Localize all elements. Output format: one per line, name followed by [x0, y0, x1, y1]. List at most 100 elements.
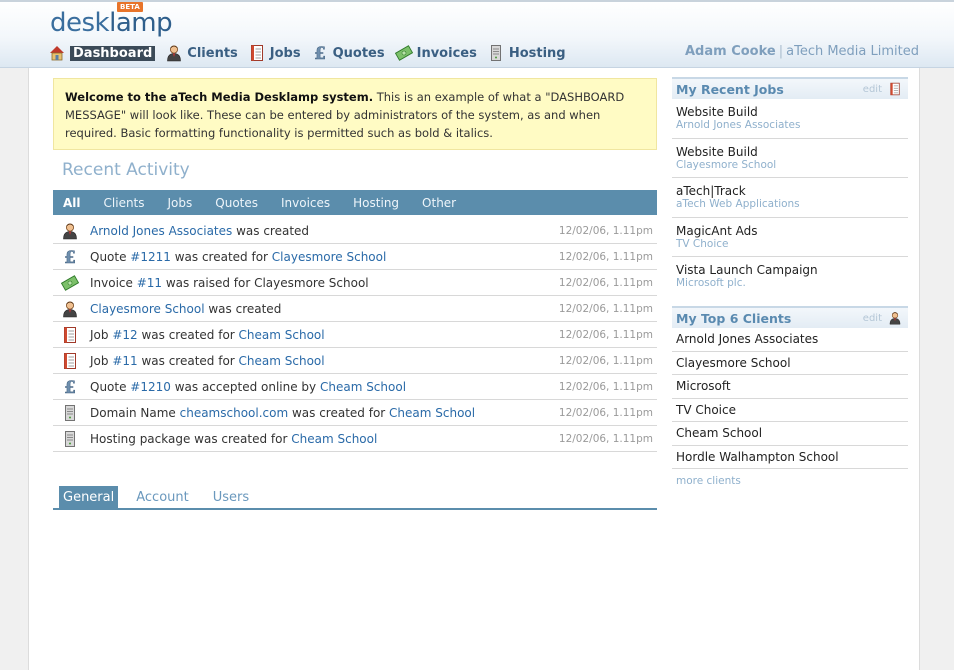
filter-hosting[interactable]: Hosting: [353, 196, 399, 210]
activity-time: 12/02/06, 1.11pm: [558, 380, 653, 393]
nav-item-dashboard[interactable]: Dashboard: [48, 44, 156, 62]
recent-job-item[interactable]: Website Build Arnold Jones Associates: [672, 99, 908, 139]
server-icon: [61, 404, 79, 422]
activity-link[interactable]: Clayesmore School: [272, 250, 387, 264]
recent-jobs-edit-link[interactable]: edit: [863, 84, 882, 95]
recent-job-item[interactable]: aTech|Track aTech Web Applications: [672, 178, 908, 218]
activity-row: Job #12 was created for Cheam School 12/…: [53, 322, 657, 348]
activity-row: Clayesmore School was created 12/02/06, …: [53, 296, 657, 322]
activity-text: Clayesmore School was created: [90, 301, 282, 316]
filter-other[interactable]: Other: [422, 196, 456, 210]
activity-link[interactable]: Cheam School: [239, 354, 325, 368]
recent-activity-title: Recent Activity: [62, 160, 190, 180]
nav-label: Quotes: [332, 45, 385, 61]
activity-filter-bar: All Clients Jobs Quotes Invoices Hosting…: [53, 190, 657, 215]
activity-link[interactable]: #1211: [130, 250, 171, 264]
filter-clients[interactable]: Clients: [104, 196, 145, 210]
notepad-icon: [61, 326, 79, 344]
nav-label: Invoices: [416, 45, 477, 61]
user-separator: |: [778, 44, 784, 59]
activity-link[interactable]: Arnold Jones Associates: [90, 224, 232, 238]
activity-time: 12/02/06, 1.11pm: [558, 432, 653, 445]
activity-text: Job #12 was created for Cheam School: [90, 327, 325, 342]
activity-time: 12/02/06, 1.11pm: [558, 224, 653, 237]
top-client-item[interactable]: Cheam School: [672, 422, 908, 446]
top-client-item[interactable]: TV Choice: [672, 399, 908, 422]
activity-time: 12/02/06, 1.11pm: [558, 302, 653, 315]
pound-icon: [61, 377, 79, 396]
activity-row: Arnold Jones Associates was created 12/0…: [53, 218, 657, 244]
activity-link[interactable]: Cheam School: [389, 406, 475, 420]
job-title: MagicAnt Ads: [676, 223, 758, 238]
dashboard-message: Welcome to the aTech Media Desklamp syst…: [53, 78, 657, 150]
nav-item-jobs[interactable]: Jobs: [248, 44, 301, 62]
job-title: Website Build: [676, 144, 758, 159]
user-company[interactable]: aTech Media Limited: [786, 44, 919, 59]
job-client[interactable]: Arnold Jones Associates: [676, 119, 908, 132]
job-client[interactable]: aTech Web Applications: [676, 198, 908, 211]
nav-item-hosting[interactable]: Hosting: [487, 44, 566, 62]
activity-link[interactable]: Cheam School: [320, 380, 406, 394]
activity-text: Job #11 was created for Cheam School: [90, 353, 325, 368]
top-client-item[interactable]: Arnold Jones Associates: [672, 328, 908, 352]
activity-link[interactable]: #1210: [130, 380, 171, 394]
person-icon: [61, 300, 79, 318]
top-client-item[interactable]: Microsoft: [672, 375, 908, 399]
filter-all[interactable]: All: [63, 196, 81, 210]
app-logo[interactable]: desklamp: [50, 8, 173, 38]
activity-link[interactable]: #11: [137, 276, 162, 290]
top-clients-edit-link[interactable]: edit: [863, 313, 882, 324]
top-client-item[interactable]: Clayesmore School: [672, 352, 908, 375]
house-icon: [48, 44, 66, 62]
job-client[interactable]: Clayesmore School: [676, 159, 908, 172]
person-icon: [165, 44, 183, 62]
tab-users[interactable]: Users: [209, 486, 253, 508]
filter-quotes[interactable]: Quotes: [215, 196, 258, 210]
user-info: Adam Cooke | aTech Media Limited: [685, 44, 919, 59]
recent-jobs-header: My Recent Jobs edit: [672, 77, 908, 99]
filter-jobs[interactable]: Jobs: [168, 196, 193, 210]
person-icon: [61, 222, 79, 240]
job-title: aTech|Track: [676, 184, 746, 198]
recent-job-item[interactable]: Website Build Clayesmore School: [672, 139, 908, 178]
job-client[interactable]: TV Choice: [676, 238, 908, 251]
activity-time: 12/02/06, 1.11pm: [558, 354, 653, 367]
beta-badge: BETA: [117, 2, 143, 12]
dashboard-message-title: Welcome to the aTech Media Desklamp syst…: [65, 90, 374, 104]
recent-job-item[interactable]: Vista Launch Campaign Microsoft plc.: [672, 257, 908, 297]
activity-text: Arnold Jones Associates was created: [90, 223, 310, 238]
filter-invoices[interactable]: Invoices: [281, 196, 330, 210]
activity-link[interactable]: cheamschool.com: [180, 406, 289, 420]
nav-item-quotes[interactable]: Quotes: [311, 44, 385, 62]
activity-link[interactable]: Cheam School: [239, 328, 325, 342]
settings-tabs: General Account Users: [53, 484, 657, 510]
nav-item-invoices[interactable]: Invoices: [394, 44, 477, 62]
top-clients-panel: My Top 6 Clients edit Arnold Jones Assoc…: [672, 306, 908, 487]
server-icon: [487, 44, 505, 62]
nav-item-clients[interactable]: Clients: [165, 44, 238, 62]
activity-row: Domain Name cheamschool.com was created …: [53, 400, 657, 426]
top-client-item[interactable]: Hordle Walhampton School: [672, 446, 908, 469]
notepad-icon: [248, 44, 266, 62]
activity-link[interactable]: #12: [112, 328, 137, 342]
notepad-icon: [61, 352, 79, 370]
nav-label: Clients: [187, 45, 238, 61]
banknote-icon: [394, 44, 413, 62]
job-title: Vista Launch Campaign: [676, 263, 818, 277]
top-clients-title: My Top 6 Clients: [676, 310, 792, 326]
activity-link[interactable]: #11: [112, 354, 137, 368]
activity-text: Quote #1210 was accepted online by Cheam…: [90, 379, 407, 394]
top-clients-header: My Top 6 Clients edit: [672, 306, 908, 328]
nav-label: Dashboard: [70, 45, 156, 61]
activity-link[interactable]: Cheam School: [291, 432, 377, 446]
more-clients-link[interactable]: more clients: [672, 469, 908, 487]
activity-text: Quote #1211 was created for Clayesmore S…: [90, 249, 387, 264]
tab-account[interactable]: Account: [132, 486, 193, 508]
recent-jobs-panel: My Recent Jobs edit Website Build Arnold…: [672, 77, 908, 297]
job-client[interactable]: Microsoft plc.: [676, 277, 908, 290]
user-name[interactable]: Adam Cooke: [685, 44, 776, 59]
recent-job-item[interactable]: MagicAnt Ads TV Choice: [672, 218, 908, 257]
page-content: Welcome to the aTech Media Desklamp syst…: [28, 68, 920, 670]
tab-general[interactable]: General: [59, 486, 119, 508]
activity-link[interactable]: Clayesmore School: [90, 302, 205, 316]
